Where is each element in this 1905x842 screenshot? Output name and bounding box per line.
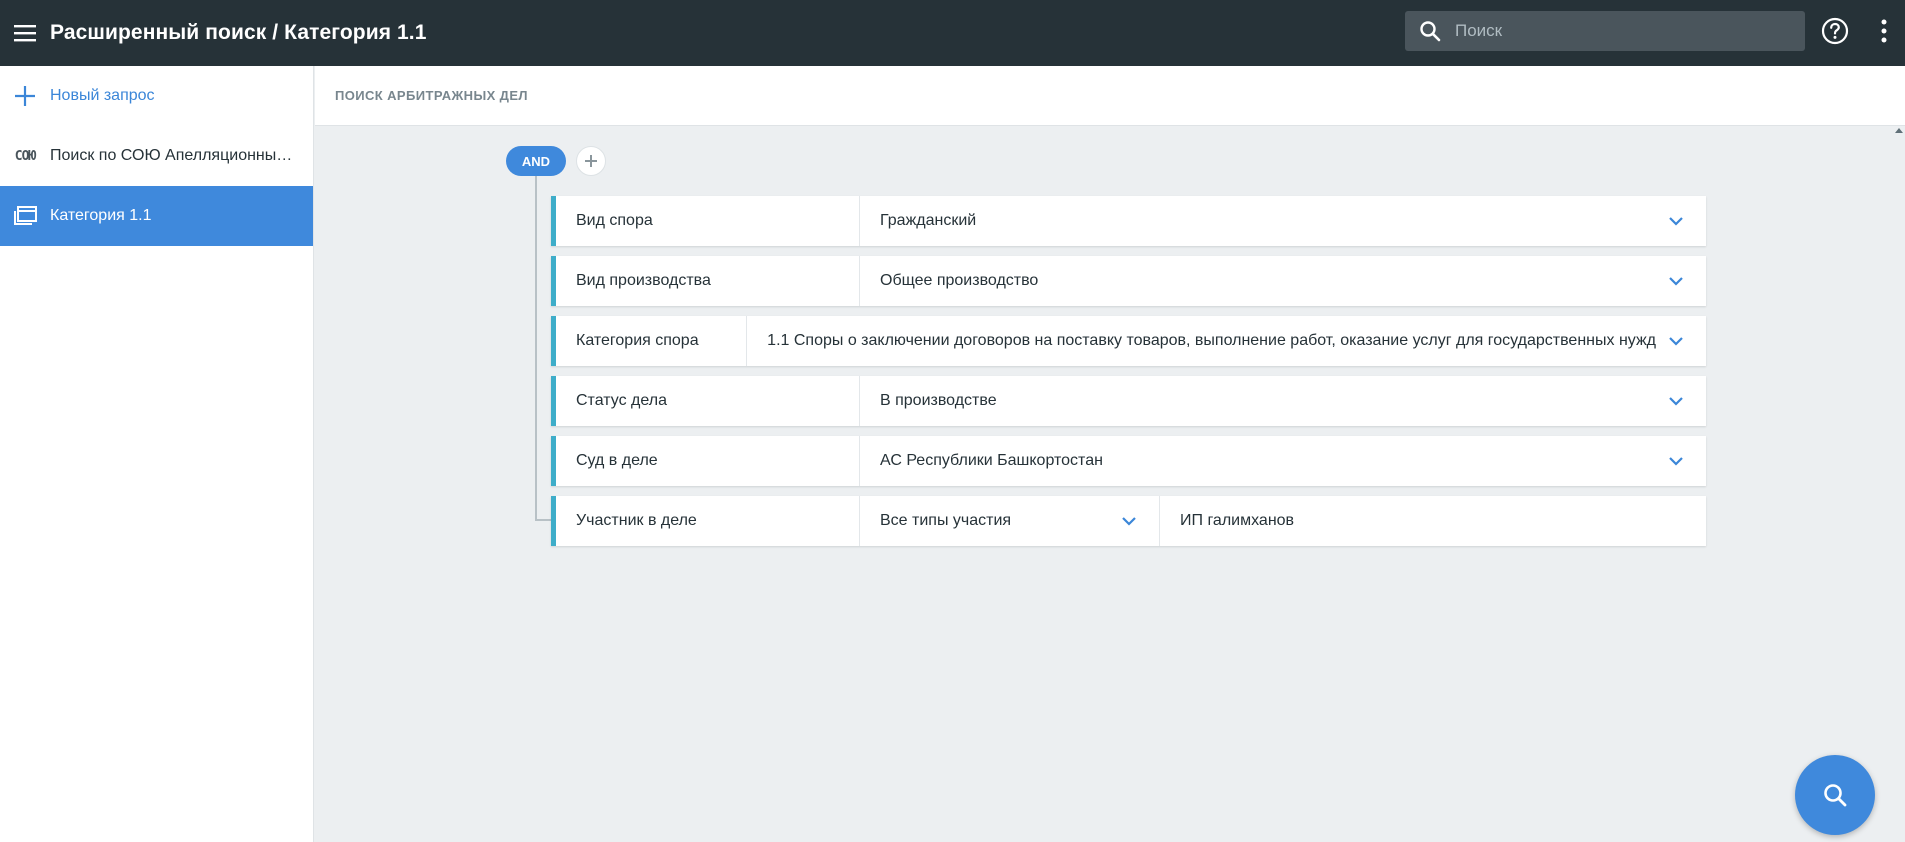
participant-name-input[interactable]	[1180, 512, 1706, 530]
sidebar-item-label: Поиск по СОЮ Апелляционные суды	[50, 147, 300, 164]
scroll-up-arrow[interactable]	[1893, 126, 1905, 142]
condition-value-text: АС Республики Башкортостан	[880, 452, 1103, 469]
condition-field: Категория спора	[556, 316, 748, 366]
condition-row: Вид производства Общее производство	[551, 256, 1706, 306]
search-icon	[1405, 20, 1455, 42]
add-condition-button[interactable]	[576, 146, 606, 176]
condition-field: Вид производства	[556, 256, 860, 306]
condition-value-text: 1.1 Споры о заключении договоров на пост…	[767, 332, 1656, 349]
sidebar-item-label: Категория 1.1	[50, 207, 152, 224]
condition-value-text: Общее производство	[880, 272, 1039, 289]
plus-icon	[585, 155, 597, 167]
page-title: Расширенный поиск / Категория 1.1	[50, 21, 427, 44]
section-title: ПОИСК АРБИТРАЖНЫХ ДЕЛ	[315, 66, 1905, 126]
condition-row: Категория спора 1.1 Споры о заключении д…	[551, 316, 1706, 366]
condition-value-select[interactable]: АС Республики Башкортостан	[860, 436, 1706, 486]
sidebar-item-new-query[interactable]: Новый запрос	[0, 66, 313, 126]
folders-icon	[0, 205, 50, 227]
condition-row: Участник в деле Все типы участия	[551, 496, 1706, 546]
sidebar-item-category[interactable]: Категория 1.1	[0, 186, 313, 246]
help-button[interactable]	[1820, 16, 1850, 46]
condition-value-text: В производстве	[880, 392, 997, 409]
chevron-down-icon	[1656, 396, 1696, 406]
condition-field: Участник в деле	[556, 496, 860, 546]
chevron-down-icon	[1656, 456, 1696, 466]
condition-value-select[interactable]: В производстве	[860, 376, 1706, 426]
participation-type-select[interactable]: Все типы участия	[860, 496, 1160, 546]
chevron-down-icon	[1656, 336, 1696, 346]
chevron-down-icon	[1656, 216, 1696, 226]
chevron-down-icon	[1109, 516, 1149, 526]
top-bar: Расширенный поиск / Категория 1.1	[0, 0, 1905, 66]
search-icon	[1824, 784, 1847, 807]
hamburger-icon	[14, 25, 36, 42]
sidebar: Новый запрос СОЮ Поиск по СОЮ Апелляцион…	[0, 66, 314, 842]
more-options-button[interactable]	[1872, 16, 1896, 46]
sidebar-item-label: Новый запрос	[50, 87, 155, 104]
condition-value-select[interactable]: 1.1 Споры о заключении договоров на пост…	[747, 316, 1706, 366]
hamburger-menu-button[interactable]	[0, 0, 50, 66]
more-vert-icon	[1881, 19, 1887, 43]
participant-name-field[interactable]	[1160, 496, 1706, 546]
search-input[interactable]	[1455, 21, 1785, 41]
condition-row: Статус дела В производстве	[551, 376, 1706, 426]
condition-field: Вид спора	[556, 196, 860, 246]
global-search[interactable]	[1405, 11, 1805, 51]
condition-row: Вид спора Гражданский	[551, 196, 1706, 246]
coyu-icon: СОЮ	[14, 148, 37, 164]
chevron-down-icon	[1656, 276, 1696, 286]
condition-value-select[interactable]: Общее производство	[860, 256, 1706, 306]
condition-value-text: Все типы участия	[880, 512, 1012, 529]
sidebar-item-coyu-search[interactable]: СОЮ Поиск по СОЮ Апелляционные суды	[0, 126, 313, 186]
condition-row: Суд в деле АС Республики Башкортостан	[551, 436, 1706, 486]
plus-icon	[0, 85, 50, 107]
condition-field: Суд в деле	[556, 436, 860, 486]
tree-connector	[535, 176, 537, 520]
help-icon	[1821, 17, 1849, 45]
condition-field: Статус дела	[556, 376, 860, 426]
section-title-text: ПОИСК АРБИТРАЖНЫХ ДЕЛ	[335, 88, 528, 103]
condition-value-text: Гражданский	[880, 212, 977, 229]
search-fab-button[interactable]	[1795, 755, 1875, 835]
condition-value-select[interactable]: Гражданский	[860, 196, 1706, 246]
operator-and-button[interactable]: AND	[506, 146, 566, 176]
